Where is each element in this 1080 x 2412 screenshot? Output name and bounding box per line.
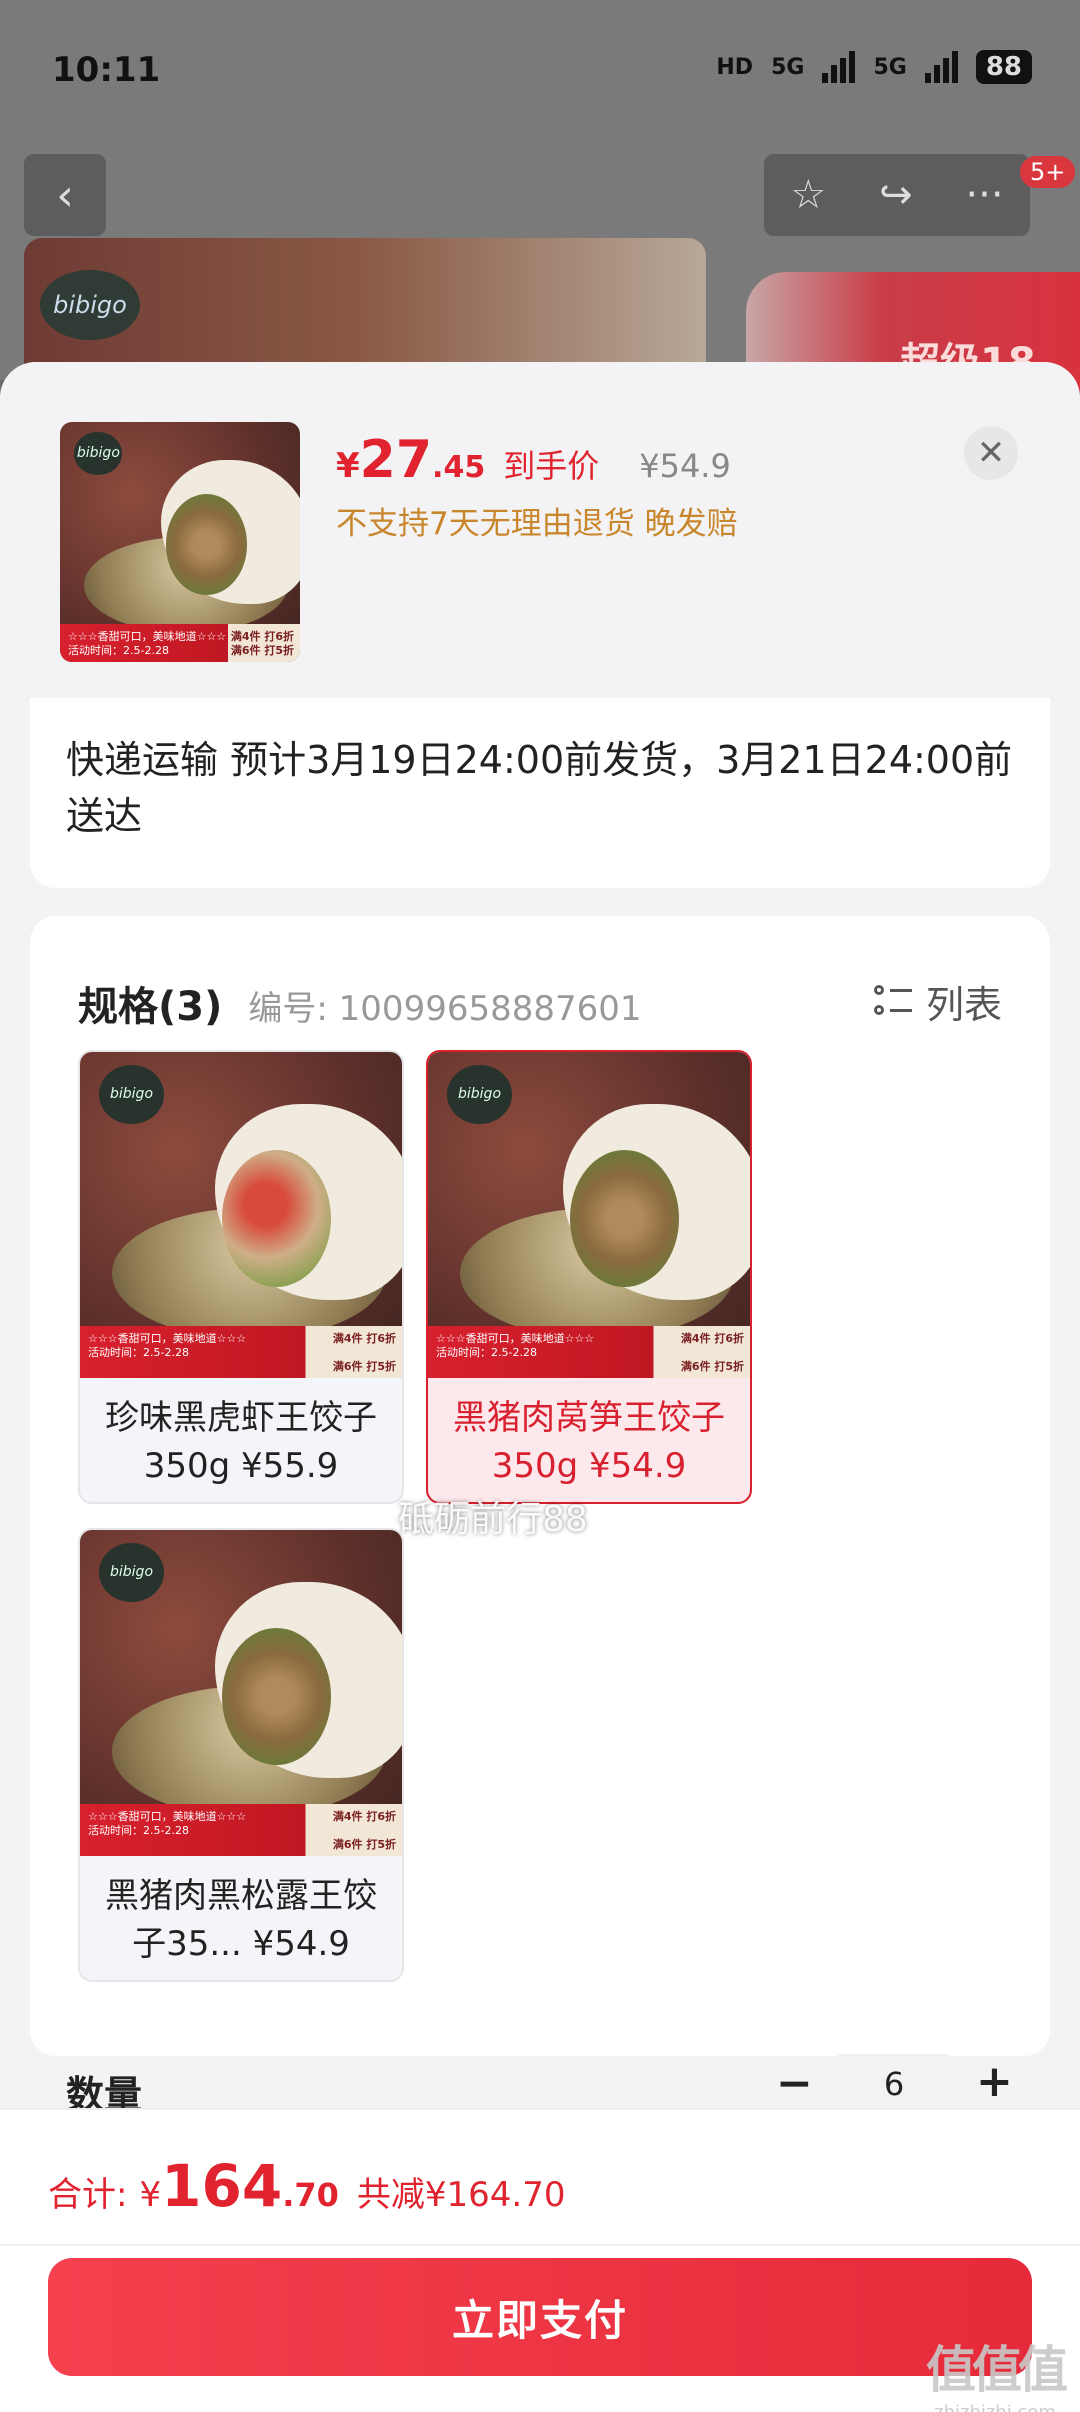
price-line: ¥ 27 .45 到手价 ¥54.9: [336, 430, 731, 490]
site-watermark: 值值值 zhizhizhi.com: [926, 2341, 1068, 2412]
spec-option-pork-truffle[interactable]: bibigo ☆☆☆香甜可口，美味地道☆☆☆ 活动时间：2.5-2.28 满4件…: [78, 1528, 404, 1982]
chevron-left-icon: ‹: [56, 169, 74, 221]
original-price: ¥54.9: [639, 447, 731, 485]
product-thumbnail: bibigo ☆☆☆香甜可口，美味地道☆☆☆ 活动时间：2.5-2.28 满4件…: [60, 422, 300, 662]
product-header: bibigo ☆☆☆香甜可口，美味地道☆☆☆ 活动时间：2.5-2.28 满4件…: [0, 362, 1080, 698]
more-icon[interactable]: ···: [965, 172, 1003, 218]
battery-icon: 88: [975, 50, 1032, 84]
brand-logo: bibigo: [74, 431, 123, 475]
purchase-sheet: bibigo ☆☆☆香甜可口，美味地道☆☆☆ 活动时间：2.5-2.28 满4件…: [0, 362, 1080, 2412]
option-label: 珍味黑虎虾王饺子 350g ¥55.9: [105, 1398, 377, 1486]
total-decimal: .70: [282, 2176, 339, 2214]
notification-badge: 5+: [1020, 156, 1076, 188]
promo-strip: ☆☆☆香甜可口，美味地道☆☆☆ 活动时间：2.5-2.28 满4件 打6折 满6件…: [60, 623, 300, 662]
total-label: 合计:: [48, 2175, 128, 2215]
option-label: 黑猪肉莴笋王饺子 350g ¥54.9: [453, 1398, 725, 1486]
price-decimal: .45: [432, 450, 486, 485]
option-image: bibigo ☆☆☆香甜可口，美味地道☆☆☆ 活动时间：2.5-2.28 满4件…: [80, 1052, 402, 1378]
close-button[interactable]: ✕: [964, 426, 1018, 480]
promo-strip: ☆☆☆香甜可口，美味地道☆☆☆ 活动时间：2.5-2.28 满4件 打6折 满6件…: [428, 1325, 750, 1378]
list-icon: [873, 983, 912, 1021]
return-policy-note: 不支持7天无理由退货 晚发赔: [336, 506, 738, 542]
pay-now-button[interactable]: 立即支付: [48, 2258, 1032, 2376]
hd-icon: HD: [716, 54, 754, 80]
star-icon[interactable]: ☆: [790, 172, 826, 218]
spec-header: 规格(3) 编号: 10099658887601: [78, 974, 642, 1032]
spec-title: 规格(3): [78, 984, 223, 1030]
total-currency: ¥: [139, 2175, 162, 2215]
spec-option-shrimp[interactable]: bibigo ☆☆☆香甜可口，美味地道☆☆☆ 活动时间：2.5-2.28 满4件…: [78, 1050, 404, 1504]
decrease-button[interactable]: −: [776, 2058, 813, 2109]
brand-logo: bibigo: [447, 1065, 512, 1124]
promo-strip: ☆☆☆香甜可口，美味地道☆☆☆ 活动时间：2.5-2.28 满4件 打6折 满6件…: [80, 1803, 402, 1856]
signal-label-2: 5G: [873, 54, 907, 80]
spec-section: 规格(3) 编号: 10099658887601 列表 bibigo ☆☆☆香甜…: [30, 916, 1050, 2056]
list-label: 列表: [925, 983, 1002, 1027]
checkout-footer: 合计: ¥ 164 .70 共减¥164.70 立即支付 值值值 zhizhiz…: [0, 2108, 1080, 2412]
price-tag: 到手价: [503, 447, 600, 485]
close-icon: ✕: [976, 433, 1006, 473]
total-discount: 共减¥164.70: [356, 2175, 566, 2215]
increase-button[interactable]: +: [976, 2056, 1013, 2107]
list-view-toggle[interactable]: 列表: [873, 974, 1002, 1029]
option-image: bibigo ☆☆☆香甜可口，美味地道☆☆☆ 活动时间：2.5-2.28 满4件…: [428, 1052, 750, 1378]
shipping-info: 快递运输 预计3月19日24:00前发货，3月21日24:00前送达: [30, 698, 1050, 888]
spec-option-pork-lettuce[interactable]: bibigo ☆☆☆香甜可口，美味地道☆☆☆ 活动时间：2.5-2.28 满4件…: [426, 1050, 752, 1504]
signal-icon-2: [924, 51, 958, 83]
option-label: 黑猪肉黑松露王饺 子35... ¥54.9: [105, 1876, 377, 1964]
total-line: 合计: ¥ 164 .70 共减¥164.70: [48, 2152, 565, 2220]
option-image: bibigo ☆☆☆香甜可口，美味地道☆☆☆ 活动时间：2.5-2.28 满4件…: [80, 1530, 402, 1856]
quantity-input[interactable]: 6: [834, 2054, 954, 2114]
status-icons: HD 5G 5G 88: [716, 50, 1032, 84]
share-icon[interactable]: ↪: [879, 172, 913, 218]
total-integer: 164: [161, 2152, 283, 2220]
brand-logo: bibigo: [99, 1543, 164, 1602]
brand-logo: bibigo: [40, 270, 140, 340]
signal-label-1: 5G: [771, 54, 805, 80]
divider: [0, 2244, 1080, 2246]
nav-actions: ☆ ↪ ···: [764, 154, 1030, 236]
quantity-row: 数量 − 6 +: [0, 2054, 1080, 2117]
user-watermark: 砥砺前行88: [398, 1499, 588, 1540]
price-integer: 27: [359, 430, 433, 490]
price-currency: ¥: [336, 446, 360, 486]
signal-icon: [822, 51, 856, 83]
brand-logo: bibigo: [99, 1065, 164, 1124]
product-code: 编号: 10099658887601: [248, 989, 642, 1029]
back-button[interactable]: ‹: [24, 154, 106, 236]
status-bar: 10:11 HD 5G 5G 88: [0, 0, 1080, 140]
status-time: 10:11: [52, 50, 161, 90]
promo-strip: ☆☆☆香甜可口，美味地道☆☆☆ 活动时间：2.5-2.28 满4件 打6折 满6件…: [80, 1325, 402, 1378]
